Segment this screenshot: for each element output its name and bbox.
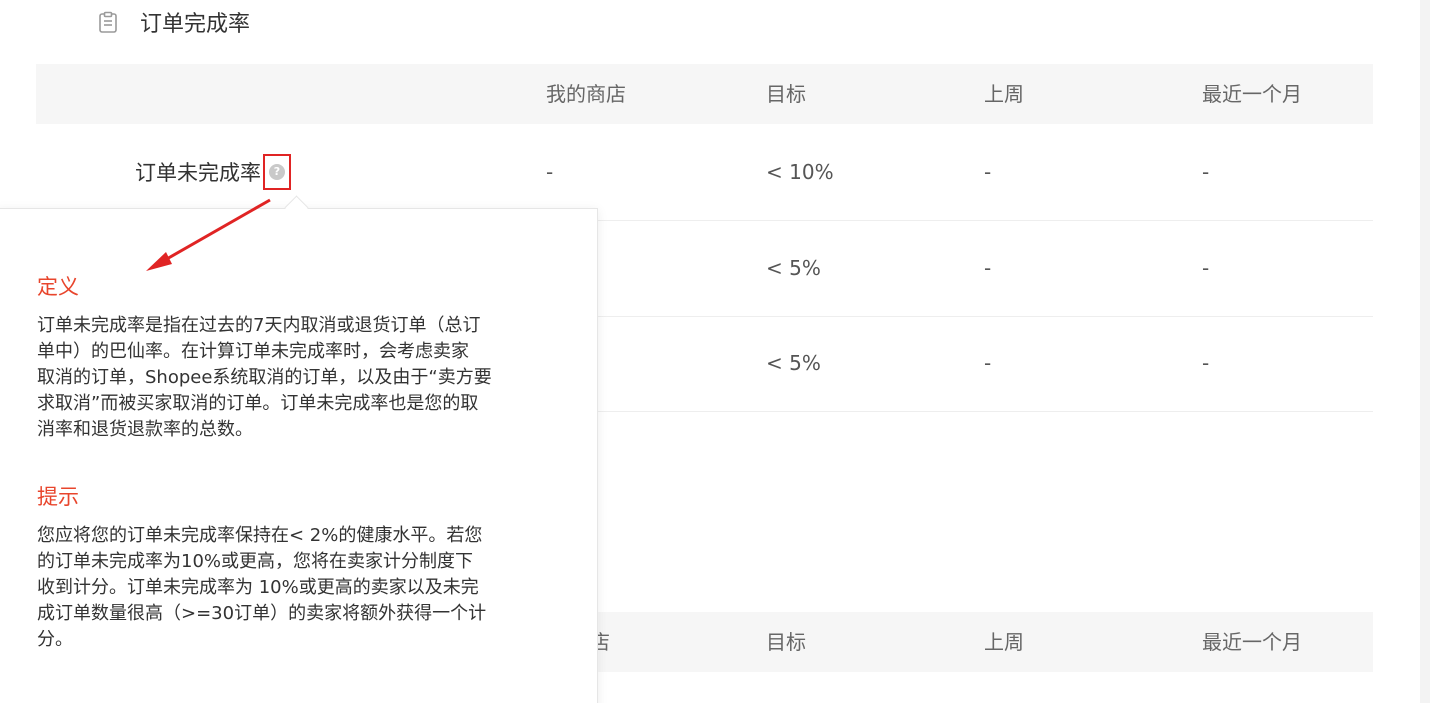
header-target: 目标 bbox=[766, 82, 806, 106]
annotation-arrow-icon bbox=[146, 198, 271, 271]
header-last-month: 最近一个月 bbox=[1202, 82, 1302, 106]
cell-last-month: - bbox=[1202, 160, 1210, 184]
header-target-2: 目标 bbox=[766, 630, 806, 654]
definition-text: 订单未完成率是指在过去的7天内取消或退货订单（总订 单中）的巴仙率。在计算订单未… bbox=[37, 313, 567, 443]
tip-line: 收到计分。订单未完成率为 10%或更高的卖家以及未完 bbox=[37, 577, 479, 598]
definition-heading: 定义 bbox=[37, 275, 79, 299]
section-title: 订单完成率 bbox=[140, 12, 251, 37]
definition-line: 消率和退货退款率的总数。 bbox=[37, 419, 253, 440]
cell-target: < 5% bbox=[766, 256, 821, 280]
cell-last-month: - bbox=[1202, 351, 1210, 375]
metric-name: 订单未完成率 bbox=[135, 161, 261, 185]
tip-text: 您应将您的订单未完成率保持在< 2%的健康水平。若您 的订单未完成率为10%或更… bbox=[37, 523, 567, 653]
help-icon[interactable]: ? bbox=[269, 164, 285, 180]
table-header: 我的商店 目标 上周 最近一个月 bbox=[36, 64, 1373, 124]
tip-line: 成订单数量很高（>=30订单）的卖家将额外获得一个计 bbox=[37, 603, 487, 624]
header-last-week-2: 上周 bbox=[984, 630, 1024, 654]
header-last-week: 上周 bbox=[984, 82, 1024, 106]
cell-last-week: - bbox=[984, 351, 992, 375]
page-scrollbar[interactable] bbox=[1420, 0, 1430, 703]
tip-line: 分。 bbox=[37, 629, 73, 650]
tip-line: 您应将您的订单未完成率保持在< 2%的健康水平。若您 bbox=[37, 525, 483, 546]
definition-line: 单中）的巴仙率。在计算订单未完成率时，会考虑卖家 bbox=[37, 341, 469, 362]
definition-line: 取消的订单，Shopee系统取消的订单，以及由于“卖方要 bbox=[37, 367, 492, 388]
header-last-month-2: 最近一个月 bbox=[1202, 630, 1302, 654]
tip-heading: 提示 bbox=[37, 485, 79, 509]
tip-line: 的订单未完成率为10%或更高，您将在卖家计分制度下 bbox=[37, 551, 474, 572]
cell-last-month: - bbox=[1202, 256, 1210, 280]
definition-line: 订单未完成率是指在过去的7天内取消或退货订单（总订 bbox=[37, 315, 481, 336]
help-tooltip: 定义 订单未完成率是指在过去的7天内取消或退货订单（总订 单中）的巴仙率。在计算… bbox=[0, 208, 598, 703]
cell-target: < 5% bbox=[766, 351, 821, 375]
help-highlight-box: ? bbox=[263, 154, 291, 190]
cell-target: < 10% bbox=[766, 160, 834, 184]
clipboard-icon bbox=[99, 11, 117, 33]
cell-last-week: - bbox=[984, 256, 992, 280]
definition-line: 求取消”而被买家取消的订单。订单未完成率也是您的取 bbox=[37, 393, 479, 414]
section-header: 订单完成率 bbox=[96, 8, 251, 37]
cell-my-store: - bbox=[546, 160, 554, 184]
cell-last-week: - bbox=[984, 160, 992, 184]
header-my-store: 我的商店 bbox=[546, 82, 626, 106]
